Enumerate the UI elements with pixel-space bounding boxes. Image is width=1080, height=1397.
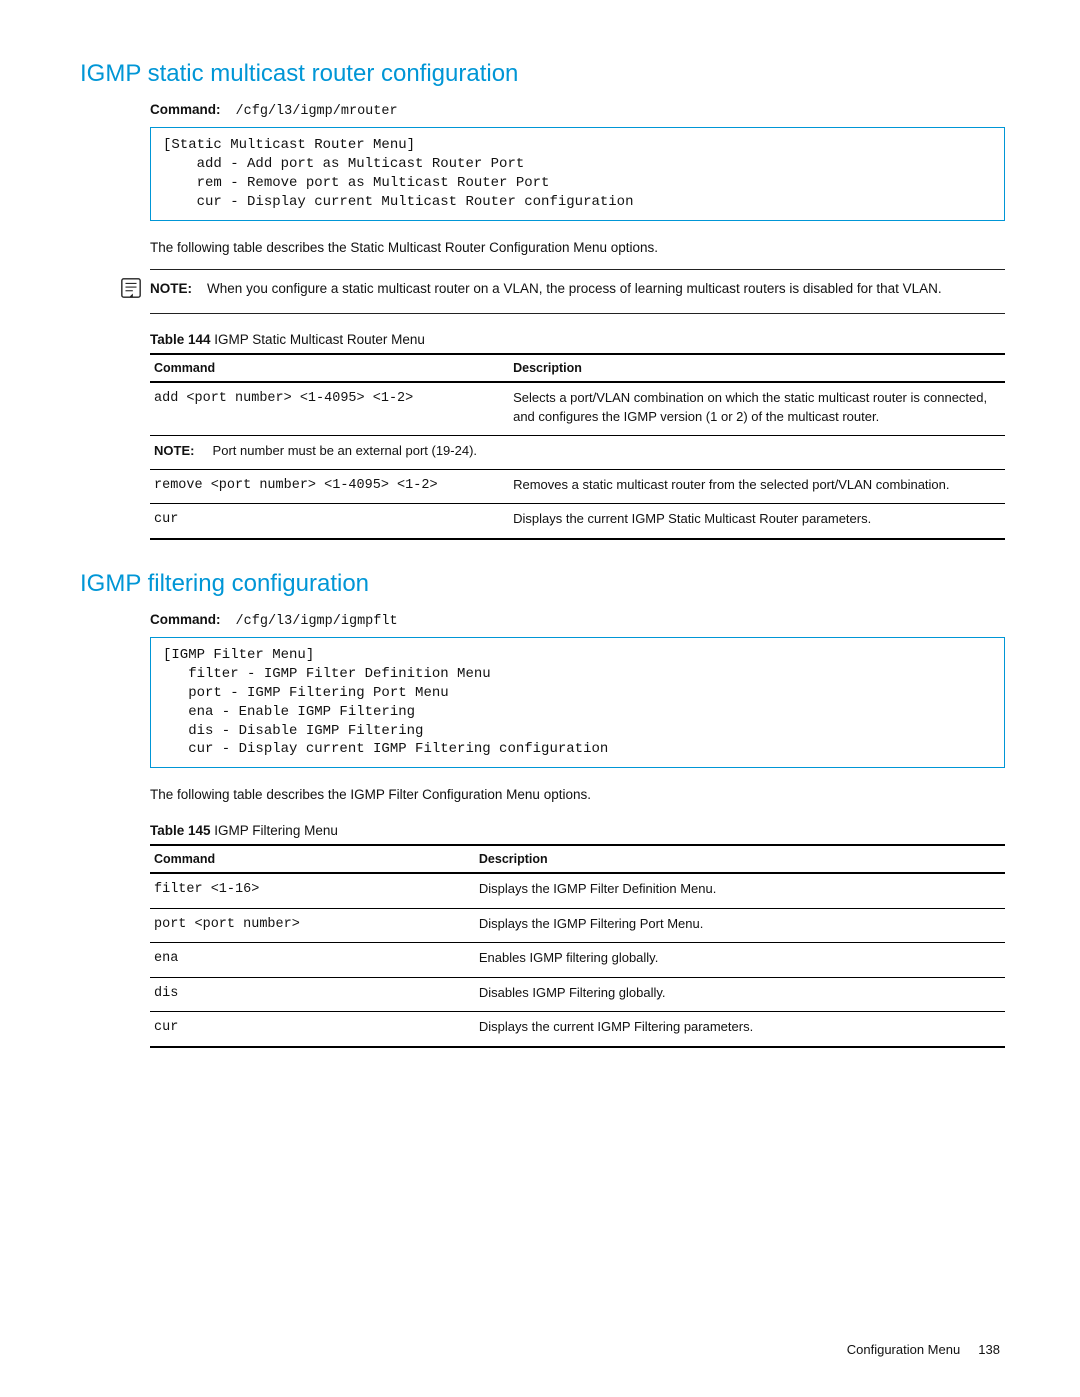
table-row: dis Disables IGMP Filtering globally.: [150, 977, 1005, 1012]
table-145-title: IGMP Filtering Menu: [211, 823, 338, 838]
th-desc-2: Description: [475, 845, 1005, 873]
cmd-cell: filter <1-16>: [150, 873, 475, 908]
th-command-2: Command: [150, 845, 475, 873]
page: IGMP static multicast router configurati…: [0, 0, 1080, 1397]
table-row: cur Displays the current IGMP Filtering …: [150, 1012, 1005, 1047]
cmd-cell: remove <port number> <1-4095> <1-2>: [150, 469, 509, 504]
table-caption-2: Table 145 IGMP Filtering Menu: [150, 823, 1005, 838]
th-desc-1: Description: [509, 354, 1005, 382]
cmd-cell: cur: [150, 504, 509, 539]
desc-cell: Enables IGMP filtering globally.: [475, 943, 1005, 978]
footer-page-number: 138: [978, 1342, 1000, 1357]
table-145: Command Description filter <1-16> Displa…: [150, 844, 1005, 1048]
note-row-label: NOTE:: [154, 443, 194, 458]
note-body: NOTE: When you configure a static multic…: [150, 276, 1005, 303]
codebox-1: [Static Multicast Router Menu] add - Add…: [150, 127, 1005, 221]
section1-body: Command: /cfg/l3/igmp/mrouter [Static Mu…: [150, 102, 1005, 257]
footer-section: Configuration Menu: [847, 1342, 960, 1357]
note-row-cell: NOTE: Port number must be an external po…: [150, 436, 1005, 470]
note-row-text: Port number must be an external port (19…: [213, 443, 477, 458]
table-row: port <port number> Displays the IGMP Fil…: [150, 908, 1005, 943]
page-footer: Configuration Menu 138: [847, 1342, 1000, 1357]
table-caption-1: Table 144 IGMP Static Multicast Router M…: [150, 332, 1005, 347]
cmd-cell: ena: [150, 943, 475, 978]
table-row: NOTE: Port number must be an external po…: [150, 436, 1005, 470]
section2-body: Command: /cfg/l3/igmp/igmpflt [IGMP Filt…: [150, 612, 1005, 1048]
desc-cell: Removes a static multicast router from t…: [509, 469, 1005, 504]
table-row: add <port number> <1-4095> <1-2> Selects…: [150, 382, 1005, 435]
command-label-1: Command:: [150, 102, 221, 117]
table-144-title: IGMP Static Multicast Router Menu: [211, 332, 425, 347]
heading-igmp-static: IGMP static multicast router configurati…: [80, 60, 1005, 88]
table-144: Command Description add <port number> <1…: [150, 353, 1005, 540]
th-command-1: Command: [150, 354, 509, 382]
desc-cell: Selects a port/VLAN combination on which…: [509, 382, 1005, 435]
cmd-cell: dis: [150, 977, 475, 1012]
desc-cell: Displays the IGMP Filtering Port Menu.: [475, 908, 1005, 943]
command-path-2: /cfg/l3/igmp/igmpflt: [236, 614, 398, 629]
intro-text-2: The following table describes the IGMP F…: [150, 786, 1005, 805]
desc-cell: Displays the current IGMP Static Multica…: [509, 504, 1005, 539]
table-row: filter <1-16> Displays the IGMP Filter D…: [150, 873, 1005, 908]
note-rule-top: [150, 269, 1005, 270]
table-144-label: Table 144: [150, 332, 211, 347]
note-label: NOTE:: [150, 281, 192, 296]
desc-cell: Displays the IGMP Filter Definition Menu…: [475, 873, 1005, 908]
table1-area: Table 144 IGMP Static Multicast Router M…: [150, 332, 1005, 540]
desc-cell: Disables IGMP Filtering globally.: [475, 977, 1005, 1012]
intro-text-1: The following table describes the Static…: [150, 239, 1005, 258]
codebox-2: [IGMP Filter Menu] filter - IGMP Filter …: [150, 637, 1005, 768]
table-row: ena Enables IGMP filtering globally.: [150, 943, 1005, 978]
note-block: NOTE: When you configure a static multic…: [150, 269, 1005, 314]
note-rule-bottom: [150, 313, 1005, 314]
cmd-cell: cur: [150, 1012, 475, 1047]
table-145-label: Table 145: [150, 823, 211, 838]
note-icon: [120, 277, 142, 299]
command-line-1: Command: /cfg/l3/igmp/mrouter: [150, 102, 1005, 119]
table-row: remove <port number> <1-4095> <1-2> Remo…: [150, 469, 1005, 504]
heading-igmp-filter: IGMP filtering configuration: [80, 570, 1005, 598]
table-row: cur Displays the current IGMP Static Mul…: [150, 504, 1005, 539]
note-text: When you configure a static multicast ro…: [207, 281, 942, 296]
desc-cell: Displays the current IGMP Filtering para…: [475, 1012, 1005, 1047]
cmd-cell: add <port number> <1-4095> <1-2>: [150, 382, 509, 435]
command-line-2: Command: /cfg/l3/igmp/igmpflt: [150, 612, 1005, 629]
command-label-2: Command:: [150, 612, 221, 627]
command-path-1: /cfg/l3/igmp/mrouter: [236, 104, 398, 119]
cmd-cell: port <port number>: [150, 908, 475, 943]
